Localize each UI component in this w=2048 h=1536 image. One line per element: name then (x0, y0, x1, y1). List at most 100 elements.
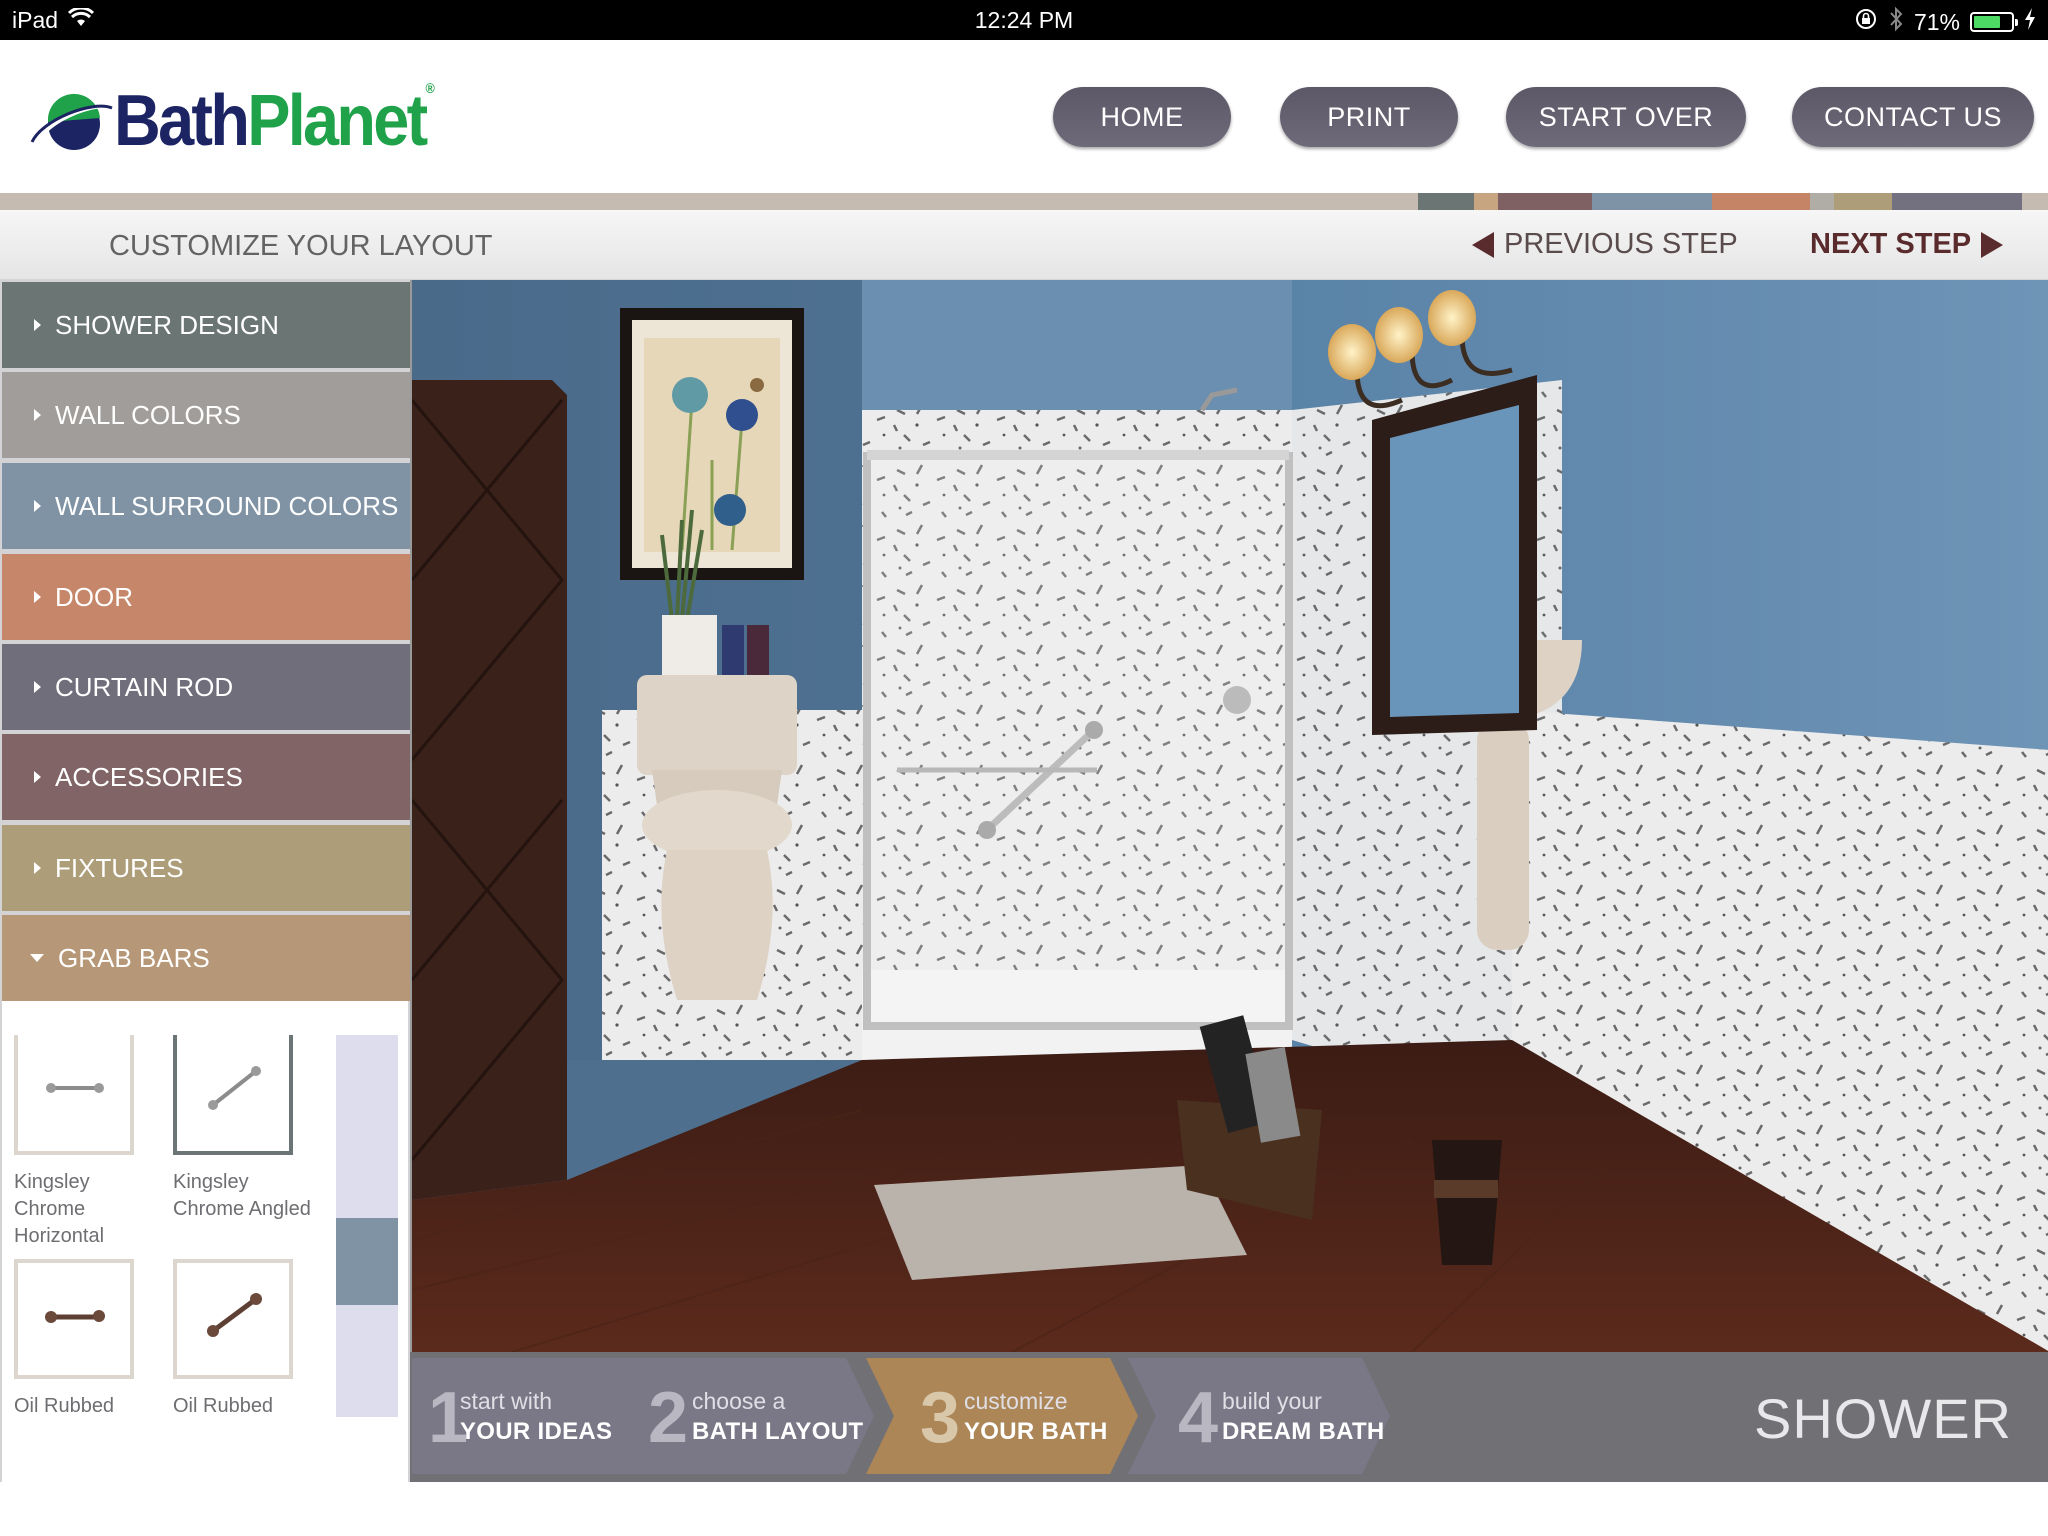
step-1-start-with-your-ideas[interactable]: 1 start with YOUR IDEAS (412, 1358, 634, 1474)
charging-bolt-icon (2024, 8, 2036, 36)
accordion-curtain-rod[interactable]: CURTAIN ROD (2, 644, 410, 730)
step-2-choose-a-bath-layout[interactable]: 2 choose a BATH LAYOUT (606, 1358, 874, 1474)
previous-step-button[interactable]: PREVIOUS STEP (1472, 228, 1738, 261)
step-3-customize-your-bath[interactable]: 3 customize YOUR BATH (866, 1358, 1138, 1474)
stripe-segment (1498, 193, 1592, 210)
bluetooth-icon (1888, 6, 1904, 38)
print-button[interactable]: PRINT (1280, 87, 1458, 147)
grab-bar-horizontal-oil-rubbed-icon (45, 1310, 105, 1323)
accordion-label: ACCESSORIES (55, 761, 243, 792)
step-title: YOUR BATH (964, 1418, 1108, 1445)
option-thumbnail (173, 1259, 293, 1379)
step-caption: choose a (692, 1388, 786, 1414)
stripe-segment (2022, 193, 2048, 210)
ios-status-bar: iPad 12:24 PM 71% (0, 0, 2048, 40)
option-thumbnail (14, 1035, 134, 1155)
step-title: DREAM BATH (1222, 1418, 1385, 1445)
step-chevron (606, 1358, 874, 1474)
cabinet (412, 380, 567, 1200)
accordion-label: SHOWER DESIGN (55, 309, 279, 340)
page-title: CUSTOMIZE YOUR LAYOUT (109, 230, 493, 262)
accordion-label: DOOR (55, 581, 133, 612)
stripe-segment (1474, 193, 1498, 210)
step-number: 3 (920, 1378, 961, 1458)
waste-bin (1432, 1140, 1502, 1265)
option-kingsley-chrome-horizontal[interactable]: Kingsley Chrome Horizontal (14, 1035, 154, 1250)
step-title: YOUR IDEAS (460, 1418, 613, 1445)
accordion-label: WALL COLORS (55, 399, 241, 430)
bath-type-label: SHOWER (1754, 1387, 2012, 1450)
stripe-segment (1418, 193, 1474, 210)
step-title: BATH LAYOUT (692, 1418, 864, 1445)
grab-bar-angled-chrome-icon (208, 1066, 261, 1110)
step-caption: customize (964, 1388, 1068, 1414)
customize-sidebar: SHOWER DESIGN WALL COLORS WALL SURROUND … (0, 280, 410, 1482)
step-4-build-your-dream-bath[interactable]: 4 build your DREAM BATH (1128, 1358, 1390, 1474)
stripe-segment (1834, 193, 1892, 210)
step-number: 4 (1178, 1378, 1219, 1458)
home-button[interactable]: HOME (1053, 87, 1231, 147)
option-oil-rubbed-horizontal[interactable]: Oil Rubbed (14, 1259, 154, 1420)
bathroom-preview (410, 280, 2048, 1352)
clock: 12:24 PM (974, 7, 1074, 33)
step-caption: build your (1222, 1388, 1322, 1414)
option-label: Kingsley Chrome Angled (173, 1171, 311, 1220)
option-oil-rubbed-angled[interactable]: Oil Rubbed (173, 1259, 313, 1420)
accordion-label: CURTAIN ROD (55, 671, 234, 702)
bathplanet-logo[interactable]: BathPlanet® (30, 80, 467, 162)
progress-steps-bar: 1 start with YOUR IDEAS 2 choose a BATH … (410, 1352, 2048, 1482)
contact-us-button[interactable]: CONTACT US (1792, 87, 2034, 147)
stripe-segment (0, 193, 1418, 210)
previous-step-label: PREVIOUS STEP (1504, 228, 1738, 260)
accordion-fixtures[interactable]: FIXTURES (2, 825, 410, 911)
logo-bath: Bath (114, 81, 250, 161)
stripe-segment (1892, 193, 2022, 210)
options-scrollbar-thumb[interactable] (336, 1218, 398, 1305)
battery-percent: 71% (1913, 8, 1960, 35)
accordion-wall-surround-colors[interactable]: WALL SURROUND COLORS (2, 463, 410, 549)
logo-registered: ® (425, 80, 434, 96)
caret-down-icon (30, 954, 44, 962)
arrow-right-icon (1981, 231, 2004, 258)
step-chevron (1128, 1358, 1390, 1474)
stripe-segment (1712, 193, 1810, 210)
stripe-segment (1810, 193, 1834, 210)
accordion-label: GRAB BARS (58, 942, 210, 973)
accordion-label: FIXTURES (55, 852, 184, 883)
rotation-lock-icon (1854, 7, 1878, 37)
planet-logo-icon (30, 93, 113, 150)
step-caption: start with (460, 1388, 553, 1414)
option-label: Oil Rubbed (173, 1395, 274, 1417)
arrow-left-icon (1472, 231, 1494, 258)
caret-right-icon (34, 500, 41, 512)
shower-valve (1223, 686, 1251, 714)
options-scrollbar-track[interactable] (336, 1035, 398, 1417)
accordion-label: WALL SURROUND COLORS (55, 490, 399, 521)
caret-right-icon (34, 591, 41, 603)
stripe-segment (1592, 193, 1712, 210)
caret-right-icon (34, 862, 41, 874)
next-step-label: NEXT STEP (1810, 228, 1972, 260)
app-header: BathPlanet® HOME PRINT START OVER CONTAC… (0, 40, 2048, 193)
sub-header: CUSTOMIZE YOUR LAYOUT PREVIOUS STEP NEXT… (0, 210, 2048, 280)
accordion-wall-colors[interactable]: WALL COLORS (2, 372, 410, 458)
logo-wordmark: BathPlanet® (114, 80, 435, 162)
option-label: Kingsley Chrome Horizontal (14, 1171, 105, 1247)
next-step-button[interactable]: NEXT STEP (1810, 228, 2004, 261)
grab-bar-angled-oil-rubbed-icon (207, 1293, 262, 1337)
accordion-grab-bars[interactable]: GRAB BARS (2, 915, 410, 1001)
accordion-door[interactable]: DOOR (2, 554, 410, 640)
option-kingsley-chrome-angled[interactable]: Kingsley Chrome Angled (173, 1035, 313, 1223)
start-over-button[interactable]: START OVER (1506, 87, 1746, 147)
battery-icon (1970, 12, 2018, 32)
option-thumbnail (14, 1259, 134, 1379)
grab-bar-horizontal-chrome-icon (46, 1083, 104, 1093)
caret-right-icon (34, 319, 41, 331)
caret-right-icon (34, 681, 41, 693)
option-thumbnail (173, 1035, 293, 1155)
caret-right-icon (34, 771, 41, 783)
grab-bars-options-panel: Kingsley Chrome Horizontal Kingsley Chro… (2, 1001, 408, 1482)
accordion-shower-design[interactable]: SHOWER DESIGN (2, 282, 410, 368)
mirror (1390, 405, 1519, 717)
accordion-accessories[interactable]: ACCESSORIES (2, 734, 410, 820)
